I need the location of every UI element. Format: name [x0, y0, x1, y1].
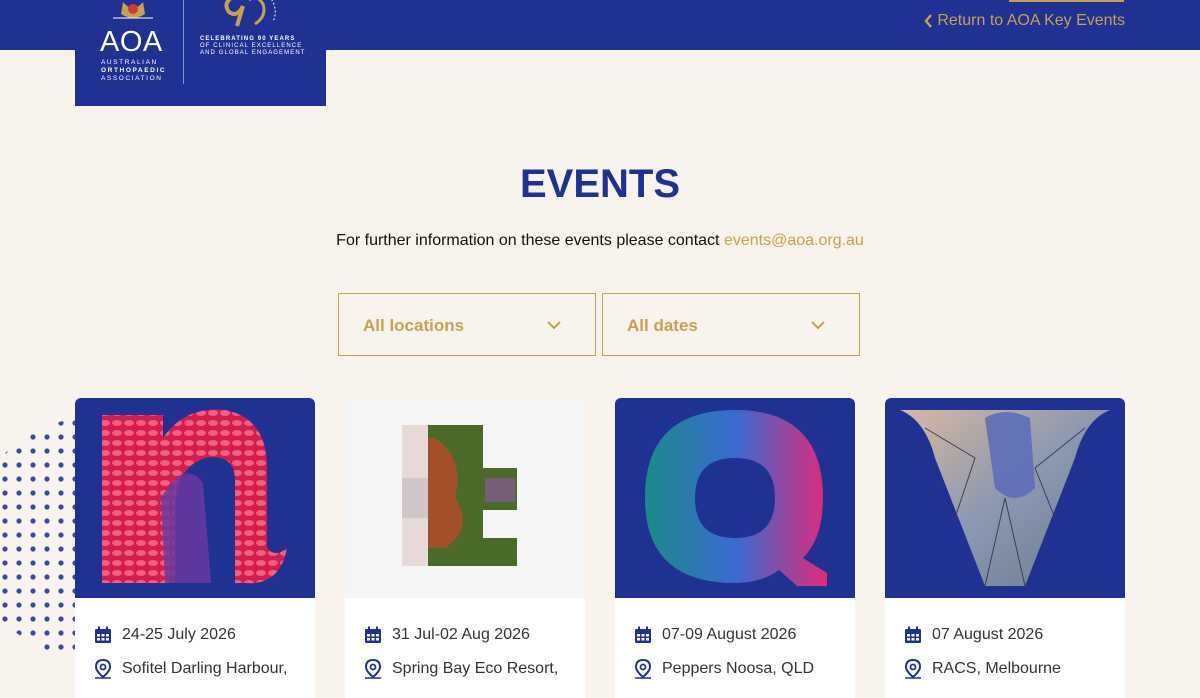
event-image-letter-q [615, 398, 855, 598]
event-location: Peppers Noosa, QLD [634, 659, 814, 679]
event-location-text: RACS, Melbourne [932, 660, 1061, 677]
location-filter-value: All locations [363, 316, 465, 335]
location-pin-icon [634, 659, 652, 679]
event-date: 24-25 July 2026 [94, 626, 236, 644]
event-location-text: Sofitel Darling Harbour, [122, 660, 288, 677]
calendar-icon [95, 626, 111, 643]
intro-text: For further information on these events … [0, 232, 1200, 250]
event-location: Sofitel Darling Harbour, [94, 659, 287, 679]
event-card[interactable]: 07 August 2026 RACS, Melbourne [885, 398, 1125, 698]
event-card[interactable]: 07-09 August 2026 Peppers Noosa, QLD [615, 398, 855, 698]
event-location-text: Peppers Noosa, QLD [662, 660, 815, 677]
date-filter-value: All dates [627, 316, 698, 335]
crest-icon [113, 2, 153, 19]
event-date: 31 Jul-02 Aug 2026 [364, 626, 530, 644]
events-email-link[interactable]: events@aoa.org.au [724, 232, 864, 249]
ninety-years-emblem-icon [224, 0, 276, 27]
anniversary-tagline: CELEBRATING 90 YEARS OF CLINICAL EXCELLE… [200, 36, 306, 56]
event-date-text: 07 August 2026 [932, 626, 1044, 643]
event-location: RACS, Melbourne [904, 659, 1061, 679]
event-card[interactable]: 31 Jul-02 Aug 2026 Spring Bay Eco Resort… [345, 398, 585, 698]
location-pin-icon [904, 659, 922, 679]
event-date-text: 07-09 August 2026 [662, 626, 797, 643]
event-card[interactable]: 24-25 July 2026 Sofitel Darling Harbour, [75, 398, 315, 698]
header-accent-line [1009, 0, 1124, 2]
event-date: 07 August 2026 [904, 626, 1043, 644]
logo-divider [183, 0, 184, 84]
calendar-icon [635, 626, 651, 643]
chevron-down-icon [811, 321, 825, 330]
chevron-left-icon [924, 14, 933, 28]
event-location-text: Spring Bay Eco Resort, [392, 660, 559, 677]
location-pin-icon [364, 659, 382, 679]
calendar-icon [905, 626, 921, 643]
event-date: 07-09 August 2026 [634, 626, 796, 644]
page-title: EVENTS [519, 162, 681, 206]
event-date-text: 31 Jul-02 Aug 2026 [392, 626, 530, 643]
return-link-label: Return to AOA Key Events [937, 12, 1125, 29]
logo-abbreviation: AOA [100, 26, 163, 58]
decorative-dot-pattern [0, 418, 75, 658]
event-location: Spring Bay Eco Resort, [364, 659, 558, 679]
intro-label: For further information on these events … [336, 232, 724, 249]
return-to-key-events-link[interactable]: Return to AOA Key Events [924, 12, 1125, 30]
event-image-letter-v [885, 398, 1125, 598]
location-pin-icon [94, 659, 112, 679]
aoa-logo[interactable]: AOA AUSTRALIAN ORTHOPAEDIC ASSOCIATION C… [75, 0, 326, 106]
logo-full-name: AUSTRALIAN ORTHOPAEDIC ASSOCIATION [101, 59, 167, 82]
event-date-text: 24-25 July 2026 [122, 626, 236, 643]
calendar-icon [365, 626, 381, 643]
event-image-letter-t [345, 398, 585, 598]
location-filter-select[interactable]: All locations [338, 293, 596, 356]
event-image-letter-n [75, 398, 315, 598]
chevron-down-icon [547, 321, 561, 330]
date-filter-select[interactable]: All dates [602, 293, 860, 356]
